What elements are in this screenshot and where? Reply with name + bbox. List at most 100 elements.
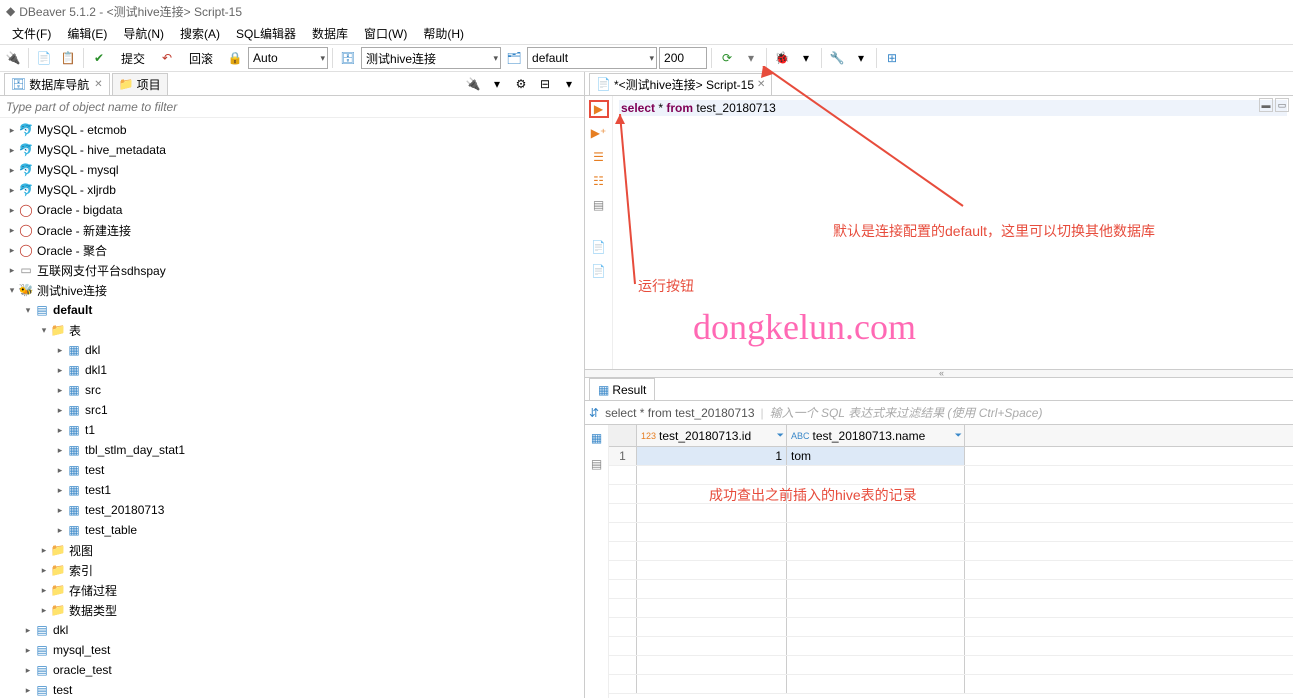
database-tree[interactable]: ▸🐬MySQL - etcmob ▸🐬MySQL - hive_metadata… [0, 118, 584, 698]
tool-button-5[interactable]: ⊞ [881, 47, 903, 69]
title-bar: ◆ DBeaver 5.1.2 - <测试hive连接> Script-15 [0, 0, 1293, 22]
tree-schema[interactable]: ▸▤mysql_test [0, 640, 584, 660]
tree-table[interactable]: ▸▦dkl [0, 340, 584, 360]
tree-views-folder[interactable]: ▸📁视图 [0, 540, 584, 560]
tree-connection[interactable]: ▸🐬MySQL - etcmob [0, 120, 584, 140]
tree-connection[interactable]: ▸◯Oracle - bigdata [0, 200, 584, 220]
separator [821, 48, 822, 68]
new-sql-button[interactable]: 📄 [33, 47, 55, 69]
commit-button[interactable]: 提交 [112, 47, 154, 69]
menu-help[interactable]: 帮助(H) [415, 23, 472, 44]
grid-corner[interactable] [609, 425, 637, 446]
menu-edit[interactable]: 编辑(E) [59, 23, 115, 44]
menu-search[interactable]: 搜索(A) [172, 23, 228, 44]
menu-window[interactable]: 窗口(W) [356, 23, 415, 44]
db-nav-icon: 🗄 [11, 77, 26, 91]
tree-table[interactable]: ▸▦test [0, 460, 584, 480]
tree-datatypes-folder[interactable]: ▸📁数据类型 [0, 600, 584, 620]
grid-row[interactable]: 1 1 tom [609, 447, 1293, 466]
tree-table[interactable]: ▸▦src1 [0, 400, 584, 420]
limit-input[interactable]: 200 [659, 47, 707, 69]
rollback-icon[interactable]: ↶ [156, 47, 178, 69]
connection-combo[interactable]: 测试hive连接▾ [361, 47, 501, 69]
schema-combo[interactable]: default▾ [527, 47, 657, 69]
tab-project[interactable]: 📁 项目 [112, 73, 168, 95]
tab-database-navigator[interactable]: 🗄 数据库导航 ✕ [4, 73, 110, 95]
maximize-button[interactable]: ▭ [1275, 98, 1289, 112]
nav-config-button[interactable]: ⚙ [510, 73, 532, 95]
tree-connection[interactable]: ▸▭互联网支付平台sdhspay [0, 260, 584, 280]
menu-sql[interactable]: SQL编辑器 [228, 23, 304, 44]
refresh-button[interactable]: ⟳ [716, 47, 738, 69]
grid-icon: ▦ [598, 383, 609, 397]
explain-button[interactable]: ☷ [589, 172, 609, 190]
result-tab[interactable]: ▦ Result [589, 378, 655, 400]
tree-connection[interactable]: ▸◯Oracle - 新建连接 [0, 220, 584, 240]
menu-file[interactable]: 文件(F) [4, 23, 59, 44]
tree-connection[interactable]: ▸🐬MySQL - mysql [0, 160, 584, 180]
close-icon[interactable]: ✕ [757, 79, 765, 90]
tree-table[interactable]: ▸▦dkl1 [0, 360, 584, 380]
grid-mode-button[interactable]: ▦ [586, 427, 608, 449]
tx-mode-button[interactable]: 🔒 [224, 47, 246, 69]
history-button[interactable]: ▤ [589, 196, 609, 214]
auto-combo[interactable]: Auto▾ [248, 47, 328, 69]
execute-button[interactable]: ▶ [589, 100, 609, 118]
cell-id[interactable]: 1 [637, 447, 787, 465]
tree-schema[interactable]: ▾▤default [0, 300, 584, 320]
menu-database[interactable]: 数据库 [304, 23, 356, 44]
save-button[interactable]: 📄 [589, 238, 609, 256]
cell-name[interactable]: tom [787, 447, 965, 465]
tree-connection[interactable]: ▸◯Oracle - 聚合 [0, 240, 584, 260]
tree-indexes-folder[interactable]: ▸📁索引 [0, 560, 584, 580]
rollback-button[interactable]: 回滚 [180, 47, 222, 69]
execute-script-button[interactable]: ▶⁺ [589, 124, 609, 142]
tree-table[interactable]: ▸▦test_table [0, 520, 584, 540]
filter-icon[interactable]: ⇵ [589, 406, 599, 420]
column-filter-icon[interactable]: ⏷ [777, 430, 784, 441]
column-filter-icon[interactable]: ⏷ [955, 430, 962, 441]
close-icon[interactable]: ✕ [94, 79, 102, 90]
result-filter-hint[interactable]: 输入一个 SQL 表达式来过滤结果 (使用 Ctrl+Space) [770, 404, 1043, 421]
tree-connection-hive[interactable]: ▾🐝测试hive连接 [0, 280, 584, 300]
minimize-button[interactable]: ▬ [1259, 98, 1273, 112]
tool-button-4[interactable]: ▾ [850, 47, 872, 69]
tree-schema[interactable]: ▸▤test [0, 680, 584, 698]
stop-button[interactable]: ▾ [740, 47, 762, 69]
text-mode-button[interactable]: ▤ [586, 453, 608, 475]
tree-table[interactable]: ▸▦test1 [0, 480, 584, 500]
tree-procedures-folder[interactable]: ▸📁存储过程 [0, 580, 584, 600]
new-connection-button[interactable]: 🔌 [2, 47, 24, 69]
execute-new-tab-button[interactable]: ☰ [589, 148, 609, 166]
grid-gutter: ▦ ▤ [585, 425, 609, 698]
tree-table[interactable]: ▸▦tbl_stlm_day_stat1 [0, 440, 584, 460]
filter-input[interactable] [0, 96, 584, 118]
tree-tables-folder[interactable]: ▾📁表 [0, 320, 584, 340]
tree-table[interactable]: ▸▦test_20180713 [0, 500, 584, 520]
window-title: DBeaver 5.1.2 - <测试hive连接> Script-15 [19, 3, 242, 20]
tool-button-2[interactable]: ▾ [795, 47, 817, 69]
load-button[interactable]: 📄 [589, 262, 609, 280]
nav-menu-button[interactable]: ▾ [558, 73, 580, 95]
tree-connection[interactable]: ▸🐬MySQL - hive_metadata [0, 140, 584, 160]
commit-icon[interactable]: ✔ [88, 47, 110, 69]
tool-button-3[interactable]: 🔧 [826, 47, 848, 69]
sql-editor[interactable]: select * from test_20180713 运行按钮 默认是连接配置… [613, 96, 1293, 369]
menu-navigate[interactable]: 导航(N) [115, 23, 172, 44]
editor-gutter: ▶ ▶⁺ ☰ ☷ ▤ 📄 📄 [585, 96, 613, 369]
tool-button-1[interactable]: 🐞 [771, 47, 793, 69]
tab-db-nav-label: 数据库导航 [29, 76, 89, 93]
recent-sql-button[interactable]: 📋 [57, 47, 79, 69]
tree-table[interactable]: ▸▦src [0, 380, 584, 400]
column-header-name[interactable]: ABC test_20180713.name ⏷ [787, 425, 965, 446]
column-header-id[interactable]: 123 test_20180713.id ⏷ [637, 425, 787, 446]
tree-connection[interactable]: ▸🐬MySQL - xljrdb [0, 180, 584, 200]
nav-new-button[interactable]: 🔌 [462, 73, 484, 95]
tree-schema[interactable]: ▸▤oracle_test [0, 660, 584, 680]
nav-link-button[interactable]: ▾ [486, 73, 508, 95]
tree-table[interactable]: ▸▦t1 [0, 420, 584, 440]
app-icon: ◆ [6, 4, 15, 18]
nav-collapse-button[interactable]: ⊟ [534, 73, 556, 95]
editor-tab[interactable]: 📄 *<测试hive连接> Script-15 ✕ [589, 73, 772, 95]
tree-schema[interactable]: ▸▤dkl [0, 620, 584, 640]
